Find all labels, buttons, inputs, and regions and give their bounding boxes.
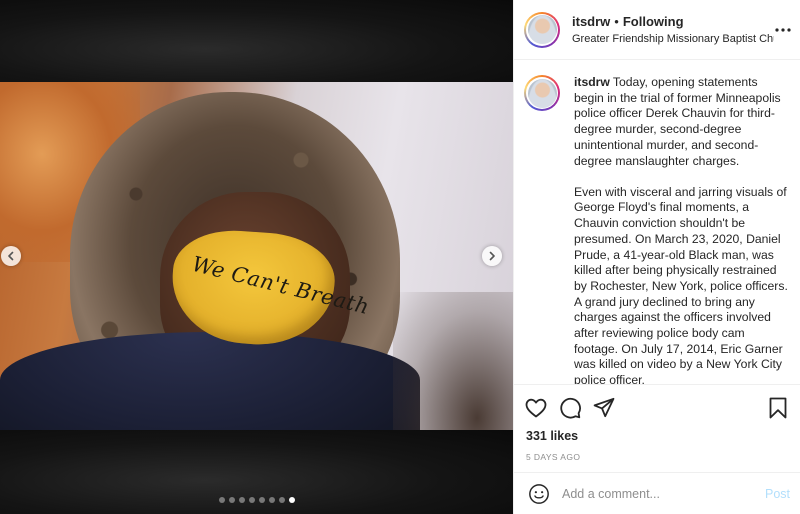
media-panel: We Can't Breath: [0, 0, 513, 514]
header-meta: itsdrw • Following Greater Friendship Mi…: [572, 14, 774, 45]
location-link[interactable]: Greater Friendship Missionary Baptist Ch…: [572, 33, 774, 45]
photo-coat: [0, 332, 420, 430]
carousel-next-button[interactable]: [482, 246, 502, 266]
carousel-dot: [278, 497, 285, 503]
smiley-icon[interactable]: [528, 483, 550, 505]
media-letterbox-top: [0, 0, 513, 82]
heart-icon: [525, 398, 547, 418]
username-link[interactable]: itsdrw: [572, 14, 610, 29]
carousel-dot: [218, 497, 225, 503]
avatar[interactable]: [524, 11, 560, 48]
avatar-image: [527, 15, 557, 44]
chevron-left-icon: [8, 251, 14, 261]
share-button[interactable]: [592, 396, 616, 420]
avatar-image: [527, 78, 557, 108]
comment-button[interactable]: [558, 396, 582, 420]
carousel-indicator: [0, 497, 513, 503]
comment-input[interactable]: [562, 486, 765, 501]
carousel-dot: [258, 497, 265, 503]
post-view: We Can't Breath itsdrw • Following Great…: [0, 0, 800, 514]
post-timestamp[interactable]: 5 DAYS AGO: [514, 452, 800, 462]
actions-area: 331 likes 5 DAYS AGO: [514, 384, 800, 462]
carousel-dot: [248, 497, 255, 503]
carousel-prev-button[interactable]: [1, 246, 21, 266]
caption-paragraph-2: Even with visceral and jarring visuals o…: [574, 184, 788, 384]
carousel-dot: [238, 497, 245, 503]
paper-plane-icon: [593, 397, 615, 418]
chevron-right-icon: [489, 251, 495, 261]
more-horizontal-icon: [775, 27, 791, 32]
more-options-button[interactable]: [774, 27, 792, 32]
post-header: itsdrw • Following Greater Friendship Mi…: [514, 0, 800, 60]
caption-text: itsdrw Today, opening statements begin in…: [574, 75, 788, 384]
comment-bubble-icon: [560, 397, 581, 419]
post-comment-button[interactable]: Post: [765, 487, 790, 501]
caption-avatar[interactable]: [524, 75, 560, 111]
like-button[interactable]: [524, 396, 548, 420]
header-separator: •: [614, 14, 619, 29]
bookmark-icon: [769, 397, 787, 419]
likes-count[interactable]: 331 likes: [514, 429, 800, 443]
photo-background-figure: [393, 292, 513, 430]
caption-username-link[interactable]: itsdrw: [574, 75, 610, 89]
following-button[interactable]: Following: [623, 14, 684, 29]
post-side-panel: itsdrw • Following Greater Friendship Mi…: [513, 0, 800, 514]
action-bar: [514, 385, 800, 431]
carousel-dot: [268, 497, 275, 503]
carousel-dot: [228, 497, 235, 503]
save-button[interactable]: [766, 396, 790, 420]
post-photo[interactable]: We Can't Breath: [0, 82, 513, 430]
caption-area: itsdrw Today, opening statements begin in…: [514, 61, 800, 384]
carousel-dot: [288, 497, 295, 503]
comment-bar: Post: [514, 472, 800, 514]
